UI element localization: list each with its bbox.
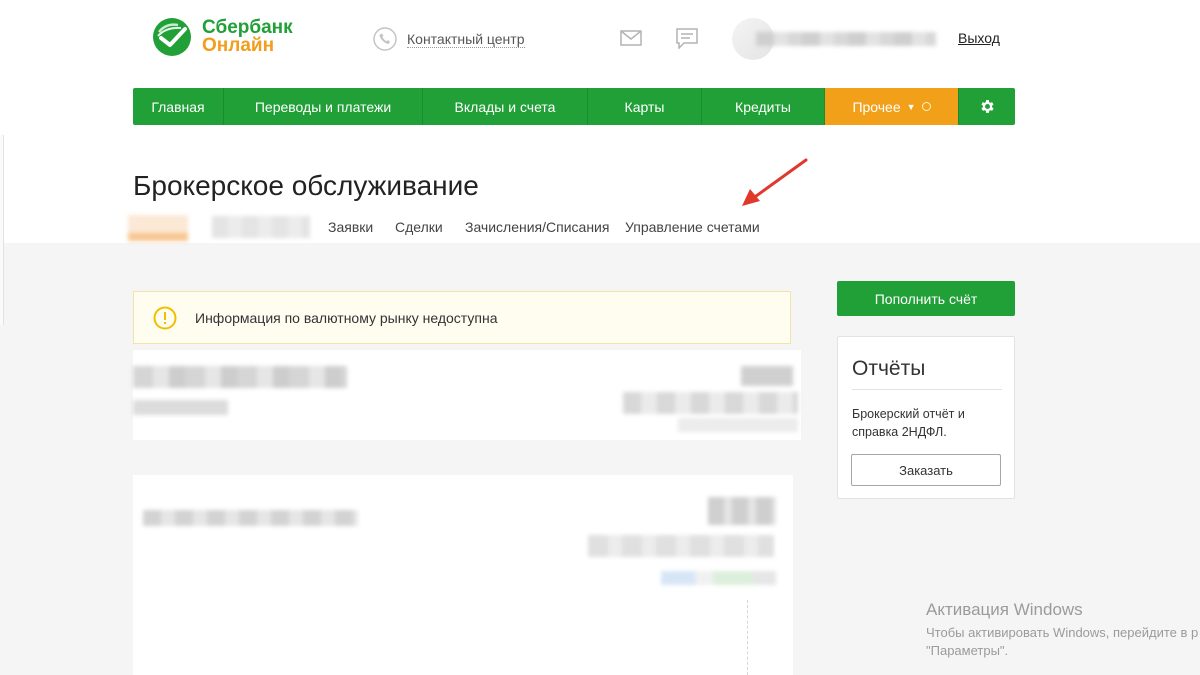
- blurred-tab[interactable]: [212, 216, 310, 238]
- nav-item-credits[interactable]: Кредиты: [702, 88, 825, 125]
- reports-widget: Отчёты Брокерский отчёт и справка 2НДФЛ.…: [837, 336, 1015, 499]
- settings-button[interactable]: [959, 88, 1015, 125]
- tab-transfers[interactable]: Зачисления/Списания: [465, 219, 609, 235]
- chat-icon[interactable]: [676, 28, 698, 49]
- reports-divider: [852, 389, 1002, 390]
- mail-icon[interactable]: [620, 29, 642, 47]
- nav-item-other[interactable]: Прочее ▼: [825, 88, 959, 125]
- gear-icon: [980, 100, 994, 113]
- blurred-portfolio-panel: [133, 475, 793, 675]
- contact-center-label: Контактный центр: [407, 30, 525, 48]
- top-up-account-button[interactable]: Пополнить счёт: [837, 281, 1015, 316]
- blurred-user-name: [756, 32, 936, 46]
- nav-item-cards[interactable]: Карты: [588, 88, 702, 125]
- contact-center-link[interactable]: Контактный центр: [373, 27, 525, 51]
- blurred-account-panel: [133, 350, 801, 440]
- nav-item-deposits[interactable]: Вклады и счета: [423, 88, 588, 125]
- nav-item-other-label: Прочее: [852, 98, 901, 115]
- tab-account-management[interactable]: Управление счетами: [625, 219, 760, 235]
- tab-orders[interactable]: Заявки: [328, 219, 373, 235]
- windows-activation-settings: "Параметры".: [926, 643, 1009, 658]
- side-panel-edge: [0, 135, 4, 325]
- red-arrow-annotation: [742, 158, 808, 206]
- reports-description: Брокерский отчёт и справка 2НДФЛ.: [852, 407, 965, 439]
- nav-item-transfers[interactable]: Переводы и платежи: [224, 88, 423, 125]
- reports-title: Отчёты: [852, 357, 926, 380]
- main-nav: Главная Переводы и платежи Вклады и счет…: [133, 88, 1015, 125]
- caret-down-icon: ▼: [906, 101, 916, 112]
- warning-icon: [153, 306, 177, 329]
- page-title: Брокерское обслуживание: [133, 170, 479, 201]
- order-report-button[interactable]: Заказать: [851, 454, 1001, 486]
- alert-message: Информация по валютному рынку недоступна: [195, 309, 498, 326]
- blurred-tab-active[interactable]: [128, 215, 188, 241]
- notification-dot-icon: [921, 102, 931, 111]
- tab-deals[interactable]: Сделки: [395, 219, 443, 235]
- windows-activation-title: Активация Windows: [926, 600, 1083, 619]
- phone-icon: [373, 27, 397, 51]
- logout-link[interactable]: Выход: [958, 30, 1000, 46]
- nav-item-home[interactable]: Главная: [133, 88, 224, 125]
- windows-activation-text: Чтобы активировать Windows, перейдите в …: [926, 625, 1199, 640]
- panel-divider: [747, 600, 748, 675]
- sberbank-logo[interactable]: Сбербанк Онлайн: [152, 17, 293, 57]
- logo-line2: Онлайн: [202, 35, 275, 56]
- sberbank-logo-icon: [153, 18, 191, 56]
- currency-market-alert: Информация по валютному рынку недоступна: [133, 291, 791, 344]
